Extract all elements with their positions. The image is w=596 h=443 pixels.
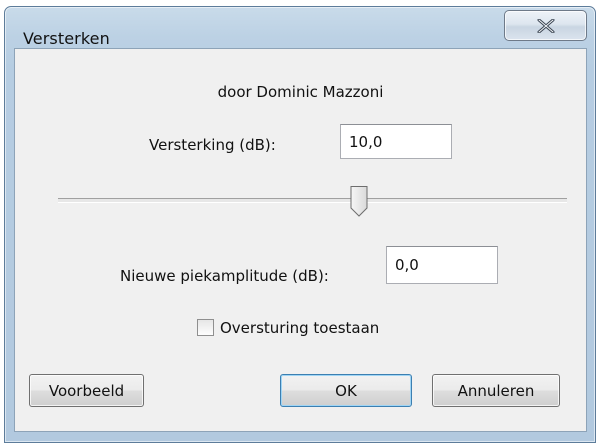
window-title: Versterken xyxy=(23,29,110,48)
amplification-label: Versterking (dB): xyxy=(149,136,276,154)
slider-thumb-icon xyxy=(350,186,368,217)
allow-clipping-label[interactable]: Oversturing toestaan xyxy=(220,319,379,337)
amplification-slider-track[interactable] xyxy=(58,198,567,203)
close-button[interactable] xyxy=(504,10,587,41)
allow-clipping-checkbox[interactable] xyxy=(197,319,214,336)
close-x-icon xyxy=(537,19,555,33)
author-label: door Dominic Mazzoni xyxy=(217,83,384,101)
amplification-slider[interactable] xyxy=(349,185,369,222)
amplification-input[interactable] xyxy=(340,124,452,159)
dialog-window: Versterken door Dominic Mazzoni Versterk… xyxy=(4,6,596,443)
peak-amplitude-input[interactable] xyxy=(386,246,498,284)
ok-button[interactable]: OK xyxy=(280,374,412,407)
preview-button[interactable]: Voorbeeld xyxy=(29,374,144,407)
peak-amplitude-label: Nieuwe piekamplitude (dB): xyxy=(120,267,329,285)
dialog-client-area: door Dominic Mazzoni Versterking (dB): N… xyxy=(14,48,587,432)
cancel-button[interactable]: Annuleren xyxy=(432,374,560,407)
